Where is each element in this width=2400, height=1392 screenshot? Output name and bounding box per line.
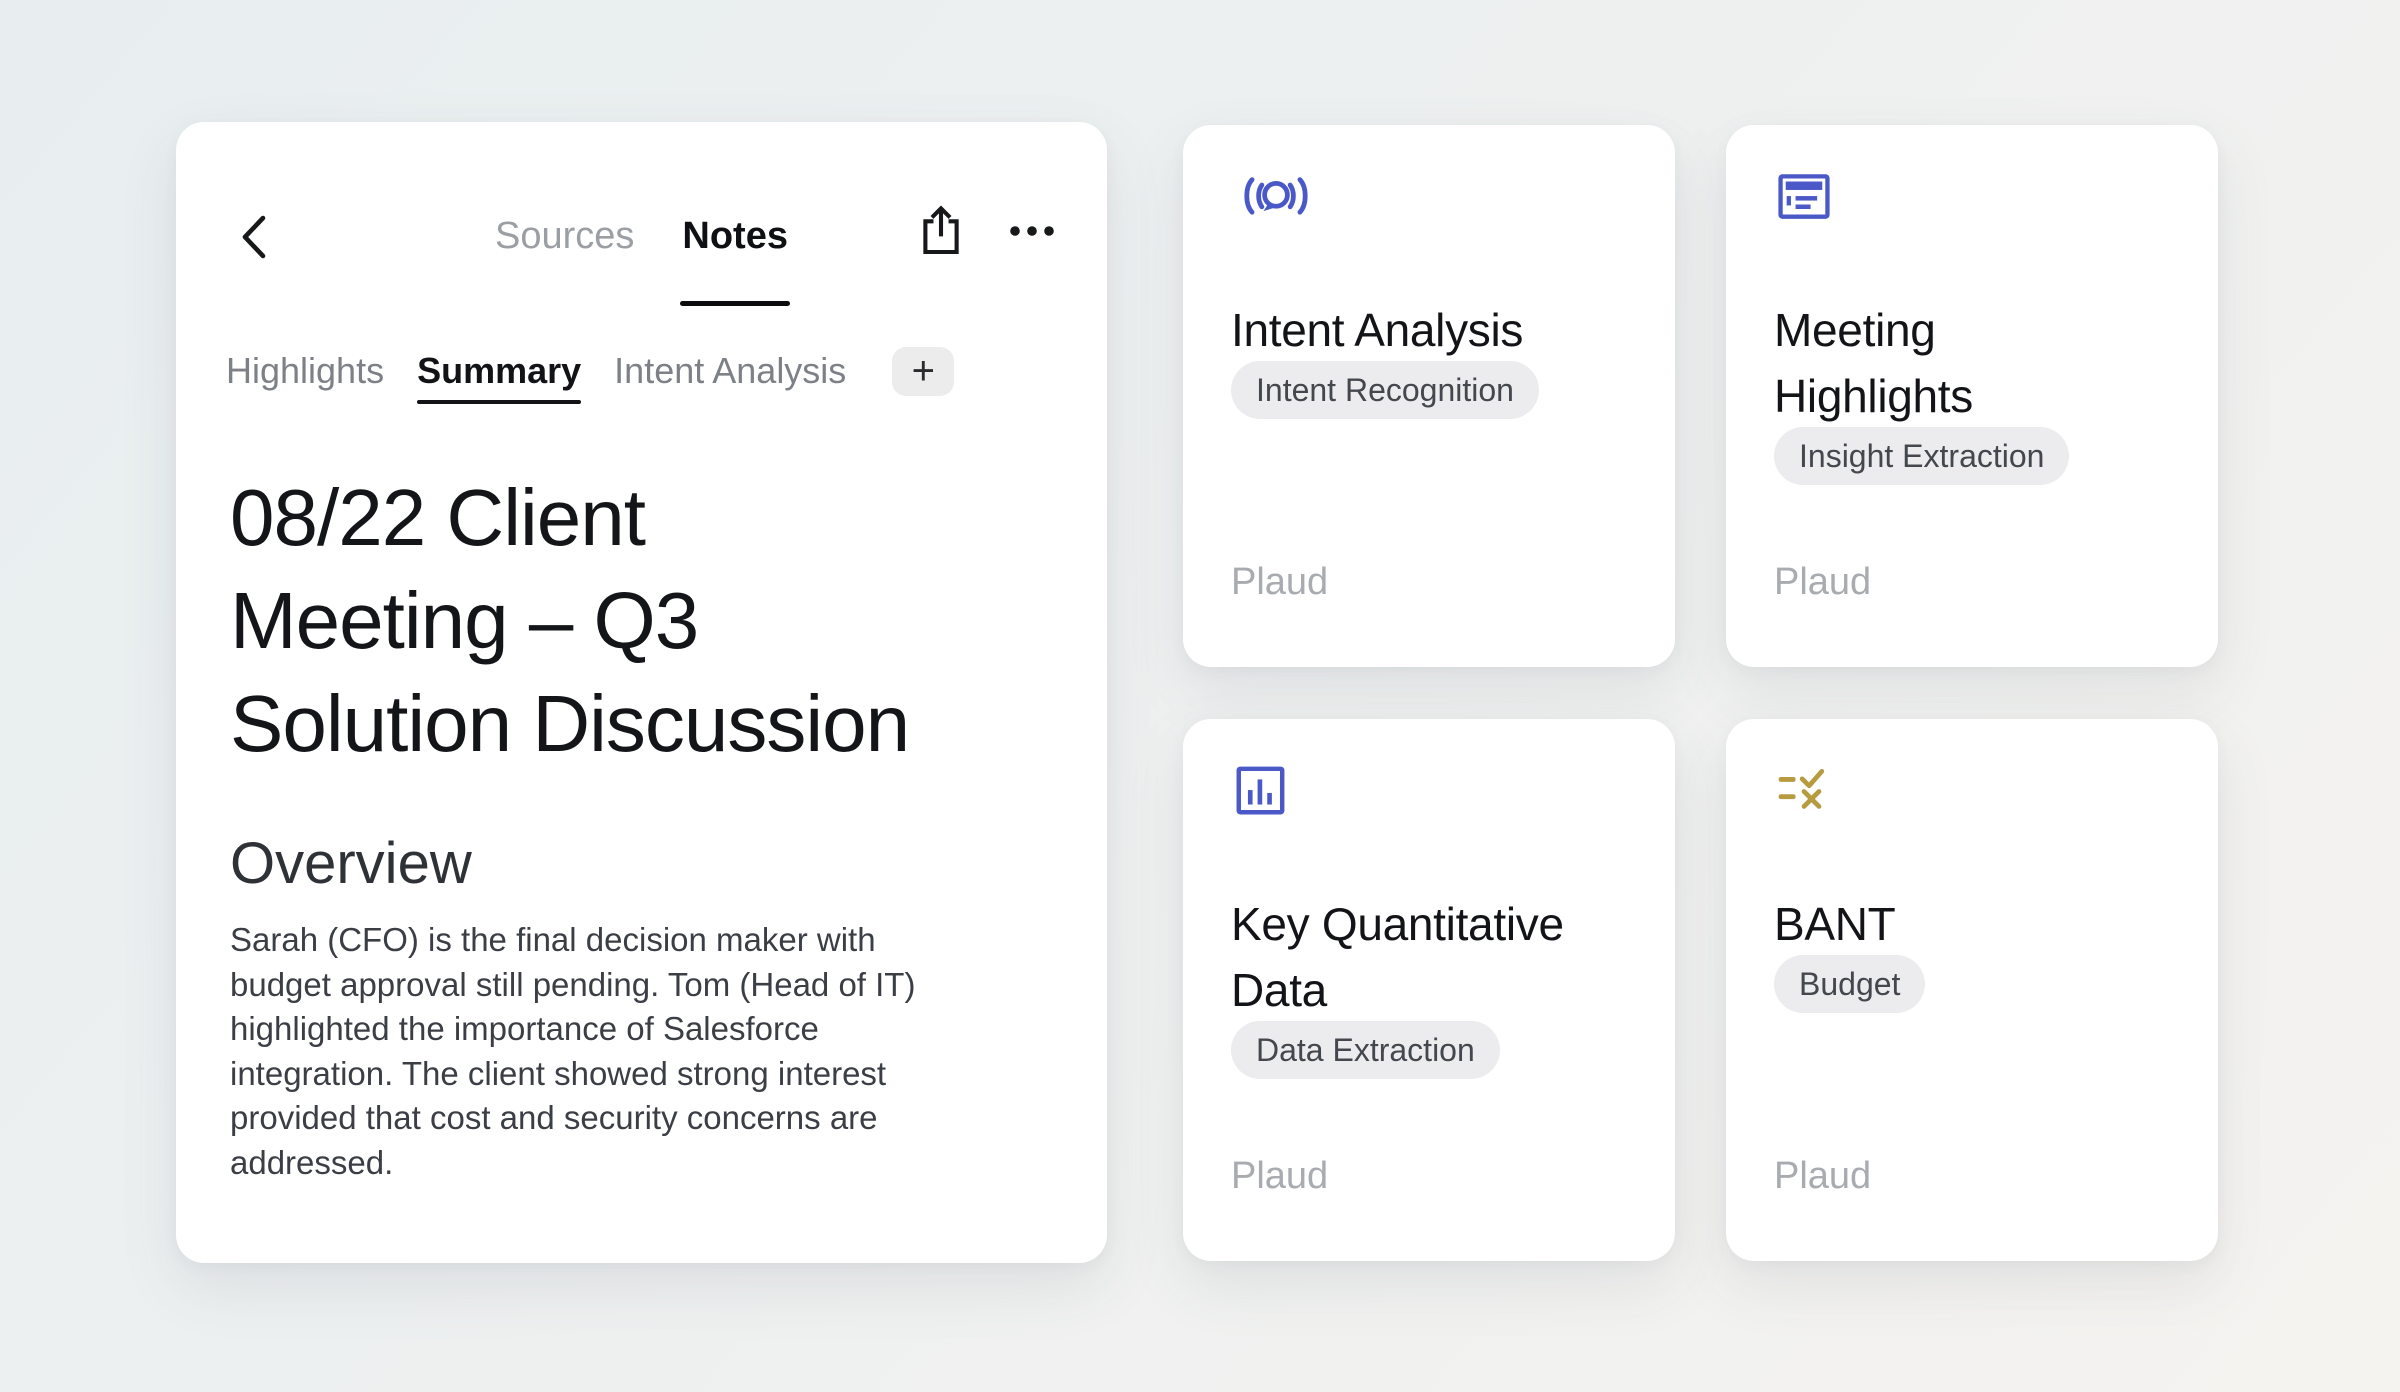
card-title: BANT xyxy=(1774,891,2174,957)
card-source-label: Plaud xyxy=(1774,559,1871,605)
ellipsis-icon xyxy=(1009,225,1055,237)
more-options-button[interactable] xyxy=(1004,214,1060,248)
back-button[interactable] xyxy=(236,212,270,262)
tab-highlights[interactable]: Highlights xyxy=(226,346,384,396)
card-title: Intent Analysis xyxy=(1231,297,1631,363)
checklist-icon xyxy=(1774,763,1834,819)
card-source-label: Plaud xyxy=(1231,1153,1328,1199)
meeting-notes-icon xyxy=(1774,169,1834,225)
share-icon xyxy=(917,203,965,259)
top-nav: Sources Notes xyxy=(176,210,1107,270)
tab-summary[interactable]: Summary xyxy=(417,346,581,396)
overview-paragraph: Sarah (CFO) is the final decision maker … xyxy=(230,918,1030,1185)
template-card-key-quantitative-data[interactable]: Key Quantitative Data Data Extraction Pl… xyxy=(1183,719,1675,1261)
tab-sources[interactable]: Sources xyxy=(495,210,634,270)
card-title: Key Quantitative Data xyxy=(1231,891,1631,1023)
overview-heading: Overview xyxy=(230,828,472,900)
template-card-intent-analysis[interactable]: Intent Analysis Intent Recognition Plaud xyxy=(1183,125,1675,667)
chevron-left-icon xyxy=(238,213,268,261)
note-title: 08/22 Client Meeting – Q3 Solution Discu… xyxy=(230,466,1050,775)
card-source-label: Plaud xyxy=(1774,1153,1871,1199)
card-title: Meeting Highlights xyxy=(1774,297,2174,429)
tab-intent-analysis[interactable]: Intent Analysis xyxy=(614,346,846,396)
note-panel: Sources Notes Highlights Summary Intent … xyxy=(176,122,1107,1263)
note-section-tabs: Highlights Summary Intent Analysis + xyxy=(226,346,954,396)
tag-pill: Insight Extraction xyxy=(1774,427,2069,485)
share-button[interactable] xyxy=(916,202,966,260)
add-tab-button[interactable]: + xyxy=(892,347,954,396)
bar-chart-icon xyxy=(1231,763,1289,819)
tag-pill: Data Extraction xyxy=(1231,1021,1500,1079)
tab-notes[interactable]: Notes xyxy=(682,210,788,270)
tag-pill: Budget xyxy=(1774,955,1925,1013)
card-source-label: Plaud xyxy=(1231,559,1328,605)
tag-pill: Intent Recognition xyxy=(1231,361,1539,419)
intent-broadcast-icon xyxy=(1231,169,1321,225)
template-card-meeting-highlights[interactable]: Meeting Highlights Insight Extraction Pl… xyxy=(1726,125,2218,667)
template-card-bant[interactable]: BANT Budget Plaud xyxy=(1726,719,2218,1261)
